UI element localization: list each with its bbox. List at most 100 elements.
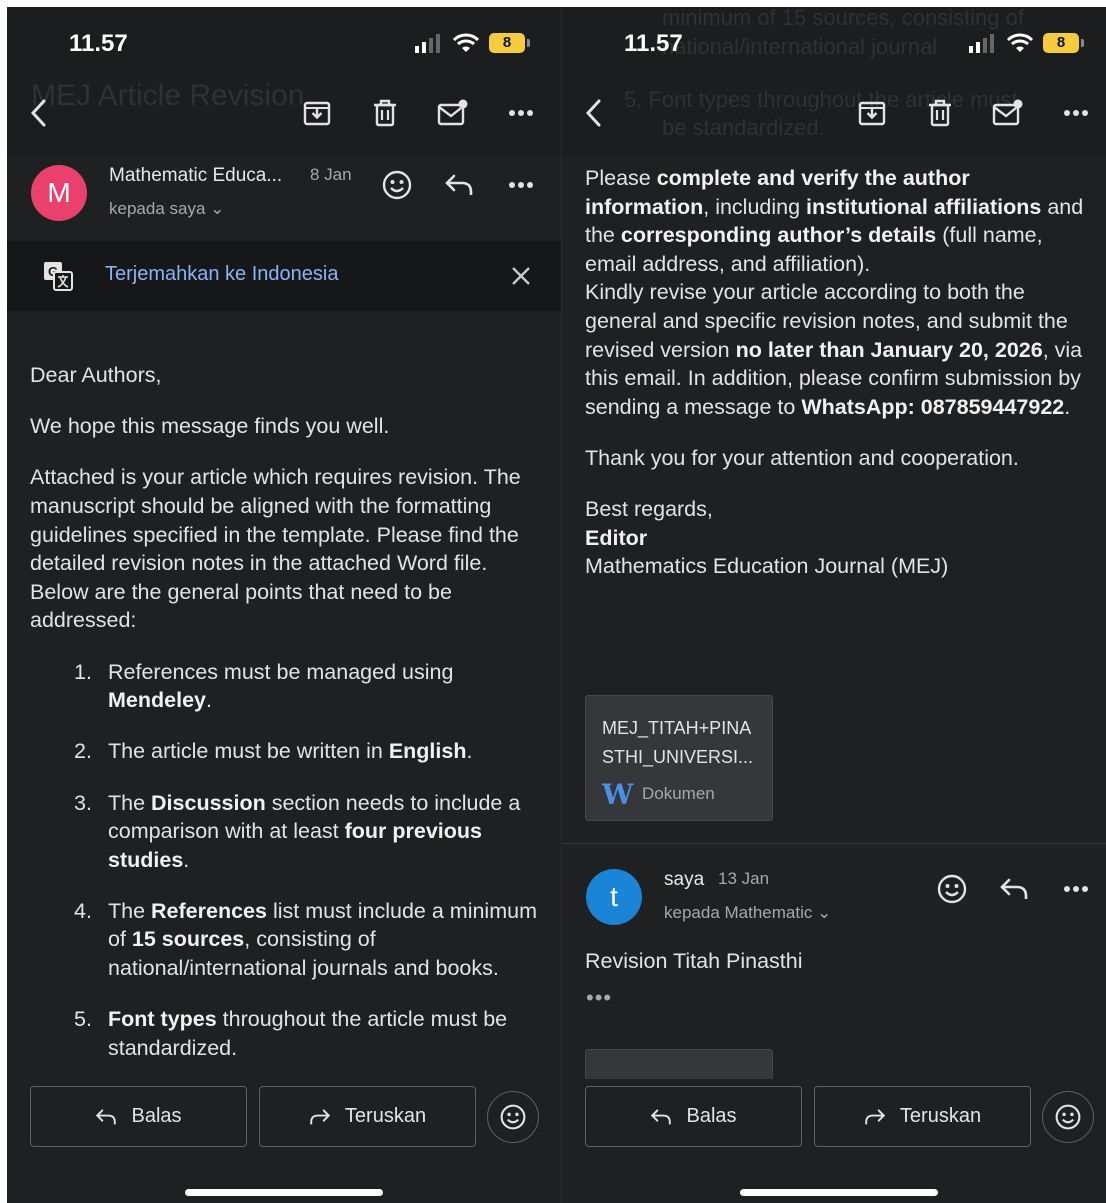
toolbar	[562, 87, 1106, 147]
emoji-react-button[interactable]	[1042, 1091, 1094, 1143]
archive-button[interactable]	[299, 95, 335, 131]
signal-icon	[969, 34, 994, 53]
status-bar: 11.57 8	[7, 7, 561, 81]
more-icon	[509, 110, 533, 116]
back-button[interactable]	[576, 95, 612, 131]
list-item: 4. The References list must include a min…	[74, 898, 537, 981]
wifi-icon	[1007, 33, 1033, 52]
mark-unread-icon	[992, 99, 1023, 126]
regards-line: Best regards,	[585, 497, 713, 522]
signer-line: Editor	[585, 525, 648, 550]
delete-button[interactable]	[922, 95, 958, 131]
avatar[interactable]: t	[586, 869, 642, 925]
react-emoji-button[interactable]	[932, 869, 972, 909]
reply-icon	[651, 1108, 672, 1124]
author-info-paragraph: Please complete and verify the author in…	[585, 166, 1084, 276]
intro-paragraph: Attached is your article which requires …	[30, 465, 521, 633]
list-item: 3. The Discussion section needs to includ…	[74, 790, 521, 872]
top-header: minimum of 15 sources, consisting of nat…	[562, 7, 1106, 155]
message-body: Dear Authors, We hope this message finds…	[30, 361, 545, 1085]
forward-action-button[interactable]: Teruskan	[259, 1086, 476, 1147]
back-button[interactable]	[21, 95, 57, 131]
forward-icon	[865, 1108, 886, 1124]
thanks-line: Thank you for your attention and coopera…	[585, 445, 1019, 470]
more-button[interactable]	[1058, 95, 1094, 131]
attachment-name: MEJ_TITAH+PINA STHI_UNIVERSI...	[602, 718, 754, 767]
sender-name: saya	[664, 869, 705, 890]
emoji-icon	[382, 170, 412, 200]
toolbar	[7, 87, 561, 147]
home-indicator[interactable]	[185, 1189, 383, 1196]
archive-icon	[858, 101, 886, 126]
recipient-label[interactable]: kepada Mathematic ⌄	[664, 903, 831, 923]
back-icon	[30, 99, 46, 127]
message-date: 8 Jan	[310, 165, 352, 184]
message-divider	[562, 843, 1106, 844]
intro: We hope this message finds you well.	[30, 414, 390, 439]
more-button[interactable]	[503, 95, 539, 131]
sender-name: Mathematic Educa...	[109, 165, 283, 186]
react-emoji-button[interactable]	[377, 165, 417, 205]
status-bar: 11.57 8	[562, 7, 1106, 81]
list-item: 2. The article must be written in English…	[74, 739, 473, 764]
top-header: 11.57 8 MEJ Article Revision	[7, 7, 561, 155]
deadline-paragraph: Kindly revise your article according to …	[585, 280, 1083, 419]
reply-message-header[interactable]: t saya 13 Jan kepada Mathematic ⌄	[562, 865, 1106, 945]
reply-icon	[1000, 878, 1028, 899]
trash-icon	[929, 99, 951, 127]
action-bar: Balas Teruskan	[562, 1079, 1106, 1203]
archive-button[interactable]	[854, 95, 890, 131]
attachment-card[interactable]: MEJ_TITAH+PINA STHI_UNIVERSI... W Dokume…	[585, 695, 773, 821]
close-translate-button[interactable]	[501, 256, 541, 296]
battery-icon: 8	[1043, 33, 1084, 53]
delete-button[interactable]	[367, 95, 403, 131]
close-icon	[512, 267, 530, 285]
recipient-label[interactable]: kepada saya ⌄	[109, 199, 224, 219]
reply-action-button[interactable]: Balas	[30, 1086, 247, 1147]
forward-action-button[interactable]: Teruskan	[814, 1086, 1031, 1147]
show-trimmed-button[interactable]: •••	[586, 985, 612, 1011]
message-body: Please complete and verify the author in…	[585, 164, 1090, 581]
forward-icon	[310, 1108, 331, 1124]
reply-button[interactable]	[439, 165, 479, 205]
reply-button[interactable]	[994, 869, 1034, 909]
status-time: 11.57	[69, 30, 128, 57]
translate-link[interactable]: Terjemahkan ke Indonesia	[105, 263, 338, 286]
greeting: Dear Authors,	[30, 363, 162, 387]
message-more-button[interactable]	[501, 165, 541, 205]
status-time: 11.57	[624, 30, 683, 57]
more-icon	[1064, 110, 1088, 116]
right-screen: minimum of 15 sources, consisting of nat…	[561, 7, 1106, 1203]
emoji-icon	[937, 874, 967, 904]
avatar[interactable]: M	[31, 165, 87, 221]
signature: Best regards, Editor Mathematics Educati…	[585, 495, 1090, 581]
attachment-type: Dokumen	[642, 784, 715, 803]
reply-action-button[interactable]: Balas	[585, 1086, 802, 1147]
mark-unread-button[interactable]	[990, 95, 1026, 131]
mark-unread-button[interactable]	[435, 95, 471, 131]
reply-action-label: Balas	[131, 1105, 182, 1127]
list-item: 1. References must be managed using Mende…	[74, 659, 454, 713]
signal-icon	[415, 34, 440, 53]
trash-icon	[374, 99, 396, 127]
back-icon	[585, 99, 601, 127]
mark-unread-icon	[437, 99, 468, 126]
translate-icon: G	[44, 262, 73, 291]
message-more-button[interactable]	[1056, 869, 1096, 909]
reply-text: Revision Titah Pinasthi	[585, 949, 803, 973]
list-item: 5. Font types throughout the article must…	[74, 1007, 508, 1060]
message-header[interactable]: M Mathematic Educa... 8 Jan kepada saya …	[7, 161, 561, 241]
home-indicator[interactable]	[740, 1189, 938, 1196]
word-doc-icon: W	[602, 778, 634, 811]
reply-body: Revision Titah Pinasthi	[585, 947, 1100, 998]
emoji-icon	[500, 1104, 526, 1130]
left-screen: 11.57 8 MEJ Article Revision M Mathemati…	[7, 7, 561, 1203]
archive-icon	[303, 101, 331, 126]
revision-list: 1. References must be managed using Mende…	[30, 658, 545, 1063]
forward-action-label: Teruskan	[899, 1105, 982, 1127]
more-icon	[1064, 886, 1088, 892]
journal-line: Mathematics Education Journal (MEJ)	[585, 554, 949, 579]
reply-icon	[445, 174, 473, 195]
forward-action-label: Teruskan	[344, 1105, 427, 1127]
emoji-react-button[interactable]	[487, 1091, 539, 1143]
